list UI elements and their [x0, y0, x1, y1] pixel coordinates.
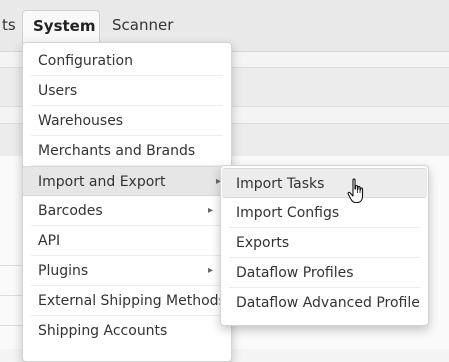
submenu-arrow-icon: ▸ — [207, 265, 213, 276]
menu-item-external-shipping-methods[interactable]: External Shipping Methods — [31, 286, 223, 316]
menu-item-barcodes[interactable]: Barcodes ▸ — [31, 196, 223, 226]
nav-tab-scanner[interactable]: Scanner — [102, 10, 183, 43]
menu-item-label: Import and Export — [38, 174, 166, 190]
system-dropdown-menu: Configuration Users Warehouses Merchants… — [22, 42, 232, 362]
submenu-item-exports[interactable]: Exports — [229, 228, 420, 258]
submenu-arrow-icon: ▸ — [207, 205, 213, 216]
submenu-item-import-tasks[interactable]: Import Tasks — [222, 168, 427, 198]
menu-item-api[interactable]: API — [31, 226, 223, 256]
submenu-item-import-configs[interactable]: Import Configs — [229, 198, 420, 228]
menu-item-warehouses[interactable]: Warehouses — [31, 106, 223, 136]
menu-item-merchants-and-brands[interactable]: Merchants and Brands — [31, 136, 223, 166]
nav-tab-system[interactable]: System — [22, 10, 100, 43]
menu-item-import-and-export[interactable]: Import and Export ▸ — [23, 166, 231, 196]
import-export-submenu: Import Tasks Import Configs Exports Data… — [220, 165, 429, 326]
menu-item-shipping-accounts[interactable]: Shipping Accounts — [31, 316, 223, 346]
menu-item-label: Plugins — [38, 263, 89, 279]
submenu-item-dataflow-profiles[interactable]: Dataflow Profiles — [229, 258, 420, 288]
menu-item-users[interactable]: Users — [31, 76, 223, 106]
menu-item-label: Barcodes — [38, 203, 103, 219]
hand-pointer-icon — [347, 178, 364, 204]
menu-item-plugins[interactable]: Plugins ▸ — [31, 256, 223, 286]
menu-item-configuration[interactable]: Configuration — [31, 46, 223, 76]
submenu-item-dataflow-advanced-profiles[interactable]: Dataflow Advanced Profiles — [229, 288, 420, 318]
